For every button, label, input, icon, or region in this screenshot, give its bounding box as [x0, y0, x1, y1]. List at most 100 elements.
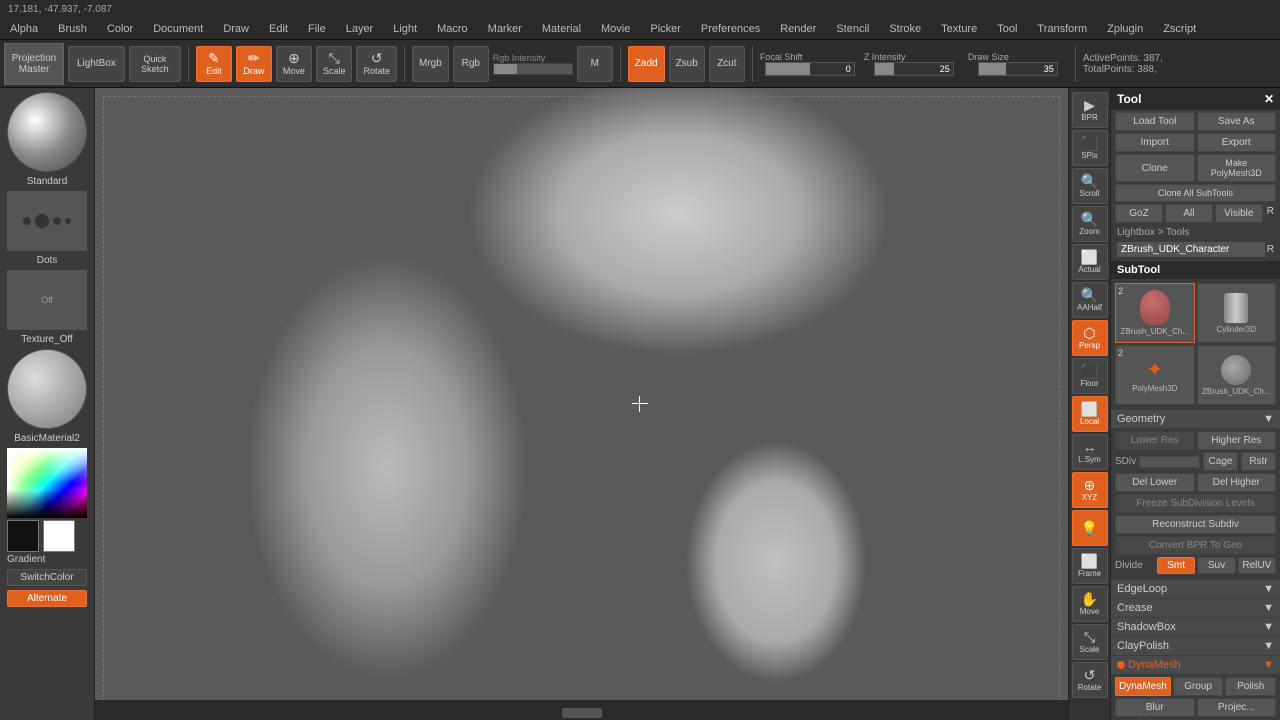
zadd-button[interactable]: Zadd [628, 46, 665, 82]
claypolish-section-header[interactable]: ClayPolish ▼ [1111, 637, 1280, 655]
make-polymesh3d-button[interactable]: Make PolyMesh3D [1197, 154, 1277, 182]
xyz-button[interactable]: ⊕ XYZ [1072, 472, 1108, 508]
del-lower-button[interactable]: Del Lower [1115, 473, 1195, 492]
menu-brush[interactable]: Brush [54, 21, 91, 37]
freeze-subdiv-button[interactable]: Freeze SubDivision Levels [1115, 494, 1276, 513]
menu-tool[interactable]: Tool [993, 21, 1021, 37]
menu-material[interactable]: Material [538, 21, 585, 37]
subtool-header[interactable]: SubTool [1111, 261, 1280, 279]
material-preview[interactable] [7, 349, 87, 429]
lsym-button[interactable]: ↔ L.Sym [1072, 434, 1108, 470]
menu-transform[interactable]: Transform [1033, 21, 1091, 37]
scroll-handle[interactable] [562, 708, 602, 718]
menu-macro[interactable]: Macro [433, 21, 472, 37]
group-button[interactable]: Group [1173, 677, 1224, 696]
menu-preferences[interactable]: Preferences [697, 21, 764, 37]
lightbox-button[interactable]: LightBox [68, 46, 125, 82]
texture-name[interactable]: Texture_Off [21, 334, 73, 345]
menu-zplugin[interactable]: Zplugin [1103, 21, 1147, 37]
zbrush-udk-character-button[interactable]: ZBrush_UDK_Character [1117, 242, 1265, 257]
alpha-name[interactable]: Dots [37, 255, 58, 266]
reconstruct-subdiv-button[interactable]: Reconstruct Subdiv [1115, 515, 1276, 534]
foreground-color-swatch[interactable] [7, 520, 39, 552]
edit-button[interactable]: ✎ Edit [196, 46, 232, 82]
texture-preview[interactable]: Off [7, 270, 87, 330]
thumb-cylinder3d[interactable]: Cylinder3D [1197, 283, 1277, 343]
clone-all-subtools-button[interactable]: Clone All SubTools [1115, 184, 1276, 202]
menu-stroke[interactable]: Stroke [885, 21, 925, 37]
menu-document[interactable]: Document [149, 21, 207, 37]
zoom-button[interactable]: 🔍 Zoom [1072, 206, 1108, 242]
material-name[interactable]: BasicMaterial2 [14, 433, 80, 444]
higher-res-button[interactable]: Higher Res [1197, 431, 1277, 450]
scroll-button[interactable]: 🔍 Scroll [1072, 168, 1108, 204]
thumb-polymesh3d[interactable]: 2 ✦ PolyMesh3D [1115, 345, 1195, 405]
m-button[interactable]: M [577, 46, 613, 82]
menu-zscript[interactable]: Zscript [1159, 21, 1200, 37]
spix-button[interactable]: ⬛ SPix [1072, 130, 1108, 166]
visible-button[interactable]: Visible [1215, 204, 1263, 223]
menu-layer[interactable]: Layer [342, 21, 378, 37]
lower-res-button[interactable]: Lower Res [1115, 431, 1195, 450]
edgeloop-section-header[interactable]: EdgeLoop ▼ [1111, 580, 1280, 598]
alternate-button[interactable]: Alternate [7, 590, 87, 607]
move-button[interactable]: ⊕ Move [276, 46, 312, 82]
canvas-area[interactable] [95, 88, 1068, 720]
actual-button[interactable]: ⬜ Actual [1072, 244, 1108, 280]
color-wheel[interactable] [7, 448, 87, 518]
rstr-button[interactable]: Rstr [1241, 452, 1276, 471]
background-color-swatch[interactable] [43, 520, 75, 552]
menu-render[interactable]: Render [776, 21, 820, 37]
cage-button[interactable]: Cage [1203, 452, 1238, 471]
bpr-button[interactable]: ▶ BPR [1072, 92, 1108, 128]
menu-movie[interactable]: Movie [597, 21, 634, 37]
sdiv-slider[interactable] [1139, 456, 1200, 468]
smt-button[interactable]: Smt [1157, 557, 1195, 574]
lightbox-tools-label[interactable]: Lightbox > Tools [1115, 225, 1276, 240]
suv-button[interactable]: Suv [1197, 557, 1235, 574]
brush-preview[interactable] [7, 92, 87, 172]
draw-size-slider[interactable]: 35 [978, 62, 1058, 76]
goz-button[interactable]: GoZ [1115, 204, 1163, 223]
thumb-zbrush-udk-2[interactable]: ZBrush_UDK_Ch... [1197, 345, 1277, 405]
dynamesh-button[interactable]: DynaMesh [1115, 677, 1171, 696]
import-button[interactable]: Import [1115, 133, 1195, 152]
menu-edit[interactable]: Edit [265, 21, 292, 37]
rgb-button[interactable]: Rgb [453, 46, 489, 82]
menu-alpha[interactable]: Alpha [6, 21, 42, 37]
mrgb-button[interactable]: Mrgb [412, 46, 449, 82]
blur-button[interactable]: Blur [1115, 698, 1195, 717]
convert-bpr-button[interactable]: Convert BPR To Geo [1115, 536, 1276, 555]
persp-button[interactable]: ⬡ Persp [1072, 320, 1108, 356]
geometry-section-header[interactable]: Geometry ▼ [1111, 410, 1280, 428]
menu-draw[interactable]: Draw [219, 21, 253, 37]
polish-button[interactable]: Polish [1225, 677, 1276, 696]
menu-color[interactable]: Color [103, 21, 137, 37]
z-intensity-slider[interactable]: 25 [874, 62, 954, 76]
shadowbox-section-header[interactable]: ShadowBox ▼ [1111, 618, 1280, 636]
projection-master-button[interactable]: Projection Master [4, 43, 64, 85]
rotate-cam-button[interactable]: ↺ Rotate [1072, 662, 1108, 698]
frame-button[interactable]: ⬜ Frame [1072, 548, 1108, 584]
scale-button[interactable]: ⤡ Scale [316, 46, 353, 82]
all-button[interactable]: All [1165, 204, 1213, 223]
crease-section-header[interactable]: Crease ▼ [1111, 599, 1280, 617]
load-tool-button[interactable]: Load Tool [1115, 112, 1195, 131]
menu-light[interactable]: Light [389, 21, 421, 37]
alpha-preview[interactable] [7, 191, 87, 251]
floor-button[interactable]: ⬛ Floor [1072, 358, 1108, 394]
menu-texture[interactable]: Texture [937, 21, 981, 37]
rotate-button[interactable]: ↺ Rotate [356, 46, 397, 82]
focal-shift-slider[interactable]: 0 [765, 62, 855, 76]
dynamesh-section-header[interactable]: DynaMesh ▼ [1111, 656, 1280, 674]
reuv-button[interactable]: RelUV [1238, 557, 1276, 574]
project-button[interactable]: Projec... [1197, 698, 1277, 717]
aahalf-button[interactable]: 🔍 AAHalf [1072, 282, 1108, 318]
zcut-button[interactable]: Zcut [709, 46, 745, 82]
export-button[interactable]: Export [1197, 133, 1277, 152]
local-button[interactable]: ⬜ Local [1072, 396, 1108, 432]
thumb-zbrush-udk-1[interactable]: 2 ZBrush_UDK_Ch... [1115, 283, 1195, 343]
menu-stencil[interactable]: Stencil [832, 21, 873, 37]
save-as-button[interactable]: Save As [1197, 112, 1277, 131]
zsub-button[interactable]: Zsub [669, 46, 705, 82]
